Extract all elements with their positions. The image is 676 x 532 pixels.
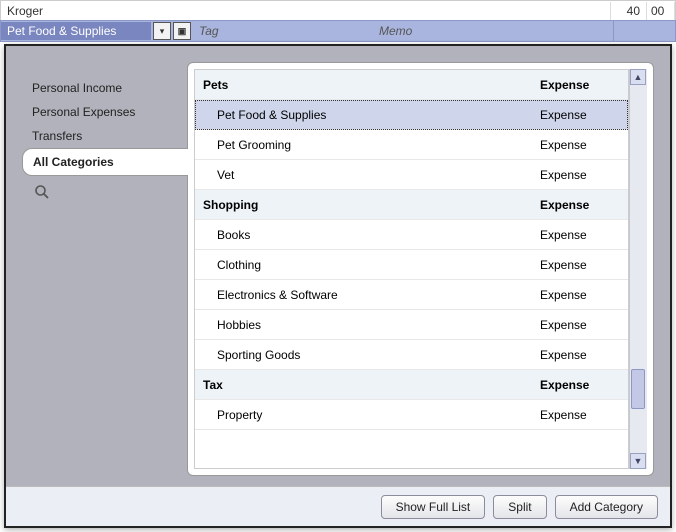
scroll-down-button[interactable]: ▼ bbox=[630, 453, 646, 469]
category-row[interactable]: Electronics & SoftwareExpense bbox=[195, 280, 628, 310]
category-name: Hobbies bbox=[203, 318, 540, 332]
memo-field[interactable]: Memo bbox=[371, 22, 613, 40]
chevron-down-icon: ▾ bbox=[160, 26, 165, 37]
category-row[interactable]: Pet GroomingExpense bbox=[195, 130, 628, 160]
category-type: Expense bbox=[540, 78, 618, 92]
category-row[interactable]: HobbiesExpense bbox=[195, 310, 628, 340]
category-type: Expense bbox=[540, 378, 618, 392]
category-name: Property bbox=[203, 408, 540, 422]
scroll-thumb[interactable] bbox=[631, 369, 645, 409]
category-row[interactable]: ClothingExpense bbox=[195, 250, 628, 280]
category-dropdown-button[interactable]: ▾ bbox=[153, 22, 171, 40]
popup-footer: Show Full List Split Add Category bbox=[6, 486, 670, 526]
category-group-row[interactable]: PetsExpense bbox=[195, 70, 628, 100]
category-group-row[interactable]: TaxExpense bbox=[195, 370, 628, 400]
add-category-button[interactable]: Add Category bbox=[555, 495, 658, 519]
category-type: Expense bbox=[540, 288, 618, 302]
payee-cell[interactable]: Kroger bbox=[1, 2, 611, 20]
category-name: Clothing bbox=[203, 258, 540, 272]
category-row[interactable]: Pet Food & SuppliesExpense bbox=[195, 100, 628, 130]
sidebar-item-personal-expenses[interactable]: Personal Expenses bbox=[28, 100, 188, 124]
category-type: Expense bbox=[540, 258, 618, 272]
category-name: Books bbox=[203, 228, 540, 242]
category-field[interactable]: Pet Food & Supplies bbox=[1, 22, 151, 40]
scroll-up-button[interactable]: ▲ bbox=[630, 69, 646, 85]
category-transfer-button[interactable]: ▣ bbox=[173, 22, 191, 40]
scrollbar[interactable]: ▲ ▼ bbox=[629, 69, 647, 469]
category-type: Expense bbox=[540, 348, 618, 362]
amount-minor[interactable]: 00 bbox=[647, 2, 675, 20]
category-name: Pet Food & Supplies bbox=[203, 108, 540, 122]
sidebar-item-transfers[interactable]: Transfers bbox=[28, 124, 188, 148]
popup-body: Personal IncomePersonal ExpensesTransfer… bbox=[6, 46, 670, 486]
category-name: Shopping bbox=[203, 198, 540, 212]
transfer-icon: ▣ bbox=[178, 26, 187, 37]
category-name: Tax bbox=[203, 378, 540, 392]
search-icon[interactable] bbox=[34, 184, 50, 200]
category-name: Vet bbox=[203, 168, 540, 182]
category-type: Expense bbox=[540, 318, 618, 332]
category-picker-popup: Personal IncomePersonal ExpensesTransfer… bbox=[4, 44, 672, 528]
show-full-list-button[interactable]: Show Full List bbox=[381, 495, 486, 519]
category-type: Expense bbox=[540, 138, 618, 152]
register-row-sub: Pet Food & Supplies ▾ ▣ Tag Memo bbox=[0, 20, 676, 42]
sidebar-item-personal-income[interactable]: Personal Income bbox=[28, 76, 188, 100]
category-name: Pet Grooming bbox=[203, 138, 540, 152]
sidebar: Personal IncomePersonal ExpensesTransfer… bbox=[6, 62, 188, 476]
category-type: Expense bbox=[540, 198, 618, 212]
tag-field[interactable]: Tag bbox=[191, 22, 371, 40]
amount-major[interactable]: 40 bbox=[611, 2, 647, 20]
register-row-top: Kroger 40 00 bbox=[0, 0, 676, 20]
category-list-panel: PetsExpensePet Food & SuppliesExpensePet… bbox=[187, 62, 654, 476]
category-row[interactable]: BooksExpense bbox=[195, 220, 628, 250]
category-name: Electronics & Software bbox=[203, 288, 540, 302]
category-value: Pet Food & Supplies bbox=[7, 24, 116, 38]
category-type: Expense bbox=[540, 408, 618, 422]
category-row[interactable]: Sporting GoodsExpense bbox=[195, 340, 628, 370]
category-type: Expense bbox=[540, 228, 618, 242]
category-type: Expense bbox=[540, 108, 618, 122]
category-type: Expense bbox=[540, 168, 618, 182]
category-name: Sporting Goods bbox=[203, 348, 540, 362]
split-button[interactable]: Split bbox=[493, 495, 546, 519]
sidebar-item-all-categories[interactable]: All Categories bbox=[22, 148, 188, 176]
category-group-row[interactable]: ShoppingExpense bbox=[195, 190, 628, 220]
category-row[interactable]: PropertyExpense bbox=[195, 400, 628, 430]
category-name: Pets bbox=[203, 78, 540, 92]
amount-stub bbox=[613, 21, 675, 41]
category-list: PetsExpensePet Food & SuppliesExpensePet… bbox=[194, 69, 629, 469]
category-row[interactable]: VetExpense bbox=[195, 160, 628, 190]
